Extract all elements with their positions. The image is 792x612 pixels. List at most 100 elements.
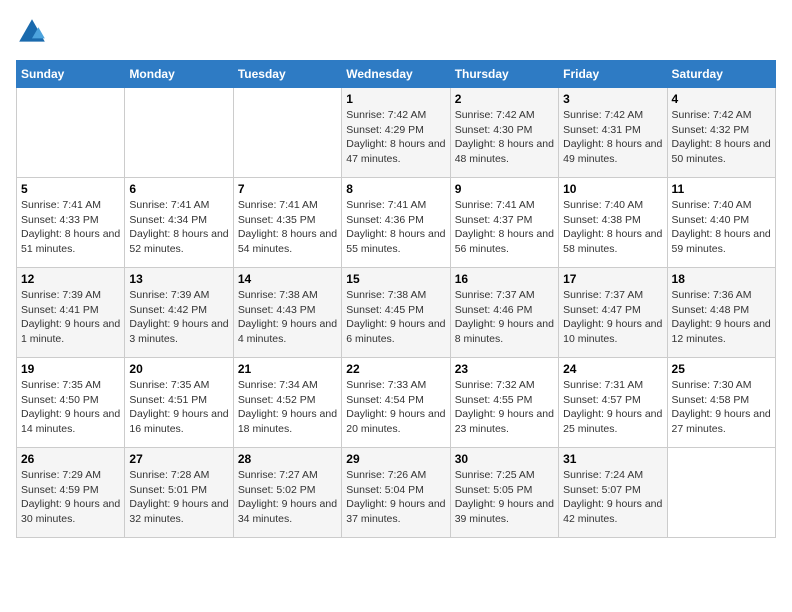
calendar-week-row: 12 Sunrise: 7:39 AM Sunset: 4:41 PM Dayli… bbox=[17, 268, 776, 358]
day-content: Sunrise: 7:40 AM Sunset: 4:40 PM Dayligh… bbox=[672, 198, 771, 257]
day-content: Sunrise: 7:41 AM Sunset: 4:34 PM Dayligh… bbox=[129, 198, 228, 257]
calendar-cell: 3 Sunrise: 7:42 AM Sunset: 4:31 PM Daylig… bbox=[559, 88, 667, 178]
day-content: Sunrise: 7:25 AM Sunset: 5:05 PM Dayligh… bbox=[455, 468, 554, 527]
calendar-week-row: 5 Sunrise: 7:41 AM Sunset: 4:33 PM Daylig… bbox=[17, 178, 776, 268]
calendar-week-row: 26 Sunrise: 7:29 AM Sunset: 4:59 PM Dayli… bbox=[17, 448, 776, 538]
day-number: 26 bbox=[21, 452, 120, 466]
day-number: 14 bbox=[238, 272, 337, 286]
calendar-cell: 28 Sunrise: 7:27 AM Sunset: 5:02 PM Dayli… bbox=[233, 448, 341, 538]
logo-icon bbox=[16, 16, 48, 48]
day-number: 4 bbox=[672, 92, 771, 106]
day-content: Sunrise: 7:32 AM Sunset: 4:55 PM Dayligh… bbox=[455, 378, 554, 437]
day-content: Sunrise: 7:42 AM Sunset: 4:29 PM Dayligh… bbox=[346, 108, 445, 167]
day-content: Sunrise: 7:30 AM Sunset: 4:58 PM Dayligh… bbox=[672, 378, 771, 437]
calendar-cell: 2 Sunrise: 7:42 AM Sunset: 4:30 PM Daylig… bbox=[450, 88, 558, 178]
calendar-cell: 29 Sunrise: 7:26 AM Sunset: 5:04 PM Dayli… bbox=[342, 448, 450, 538]
weekday-header-cell: Tuesday bbox=[233, 61, 341, 88]
calendar-body: 1 Sunrise: 7:42 AM Sunset: 4:29 PM Daylig… bbox=[17, 88, 776, 538]
calendar-cell: 25 Sunrise: 7:30 AM Sunset: 4:58 PM Dayli… bbox=[667, 358, 775, 448]
weekday-header-cell: Thursday bbox=[450, 61, 558, 88]
day-number: 6 bbox=[129, 182, 228, 196]
calendar-cell: 18 Sunrise: 7:36 AM Sunset: 4:48 PM Dayli… bbox=[667, 268, 775, 358]
calendar-cell: 11 Sunrise: 7:40 AM Sunset: 4:40 PM Dayli… bbox=[667, 178, 775, 268]
calendar-cell: 12 Sunrise: 7:39 AM Sunset: 4:41 PM Dayli… bbox=[17, 268, 125, 358]
calendar-cell: 8Sunrise: 7:41 AM Sunset: 4:36 PM Daylig… bbox=[342, 178, 450, 268]
day-number: 19 bbox=[21, 362, 120, 376]
day-content: Sunrise: 7:40 AM Sunset: 4:38 PM Dayligh… bbox=[563, 198, 662, 257]
day-number: 18 bbox=[672, 272, 771, 286]
day-content: Sunrise: 7:42 AM Sunset: 4:31 PM Dayligh… bbox=[563, 108, 662, 167]
calendar-cell bbox=[17, 88, 125, 178]
calendar-cell bbox=[125, 88, 233, 178]
day-content: Sunrise: 7:36 AM Sunset: 4:48 PM Dayligh… bbox=[672, 288, 771, 347]
calendar-cell: 14 Sunrise: 7:38 AM Sunset: 4:43 PM Dayli… bbox=[233, 268, 341, 358]
calendar-cell: 1 Sunrise: 7:42 AM Sunset: 4:29 PM Daylig… bbox=[342, 88, 450, 178]
day-content: Sunrise: 7:41 AM Sunset: 4:35 PM Dayligh… bbox=[238, 198, 337, 257]
day-content: Sunrise: 7:35 AM Sunset: 4:50 PM Dayligh… bbox=[21, 378, 120, 437]
logo bbox=[16, 16, 52, 48]
day-number: 11 bbox=[672, 182, 771, 196]
day-number: 28 bbox=[238, 452, 337, 466]
day-number: 7 bbox=[238, 182, 337, 196]
day-content: Sunrise: 7:42 AM Sunset: 4:30 PM Dayligh… bbox=[455, 108, 554, 167]
calendar-cell: 24 Sunrise: 7:31 AM Sunset: 4:57 PM Dayli… bbox=[559, 358, 667, 448]
day-number: 9 bbox=[455, 182, 554, 196]
calendar-cell: 26 Sunrise: 7:29 AM Sunset: 4:59 PM Dayli… bbox=[17, 448, 125, 538]
day-content: Sunrise: 7:26 AM Sunset: 5:04 PM Dayligh… bbox=[346, 468, 445, 527]
day-content: Sunrise: 7:24 AM Sunset: 5:07 PM Dayligh… bbox=[563, 468, 662, 527]
day-number: 2 bbox=[455, 92, 554, 106]
calendar-cell: 22Sunrise: 7:33 AM Sunset: 4:54 PM Dayli… bbox=[342, 358, 450, 448]
calendar-cell: 9 Sunrise: 7:41 AM Sunset: 4:37 PM Daylig… bbox=[450, 178, 558, 268]
calendar-cell: 27Sunrise: 7:28 AM Sunset: 5:01 PM Dayli… bbox=[125, 448, 233, 538]
day-number: 21 bbox=[238, 362, 337, 376]
calendar-table: SundayMondayTuesdayWednesdayThursdayFrid… bbox=[16, 60, 776, 538]
day-number: 30 bbox=[455, 452, 554, 466]
day-content: Sunrise: 7:37 AM Sunset: 4:47 PM Dayligh… bbox=[563, 288, 662, 347]
weekday-header-cell: Friday bbox=[559, 61, 667, 88]
calendar-cell: 19 Sunrise: 7:35 AM Sunset: 4:50 PM Dayli… bbox=[17, 358, 125, 448]
calendar-cell: 5 Sunrise: 7:41 AM Sunset: 4:33 PM Daylig… bbox=[17, 178, 125, 268]
calendar-cell: 16Sunrise: 7:37 AM Sunset: 4:46 PM Dayli… bbox=[450, 268, 558, 358]
day-content: Sunrise: 7:34 AM Sunset: 4:52 PM Dayligh… bbox=[238, 378, 337, 437]
day-content: Sunrise: 7:38 AM Sunset: 4:43 PM Dayligh… bbox=[238, 288, 337, 347]
day-number: 3 bbox=[563, 92, 662, 106]
day-number: 29 bbox=[346, 452, 445, 466]
day-content: Sunrise: 7:27 AM Sunset: 5:02 PM Dayligh… bbox=[238, 468, 337, 527]
calendar-cell: 17Sunrise: 7:37 AM Sunset: 4:47 PM Dayli… bbox=[559, 268, 667, 358]
calendar-cell: 7 Sunrise: 7:41 AM Sunset: 4:35 PM Daylig… bbox=[233, 178, 341, 268]
calendar-cell: 13Sunrise: 7:39 AM Sunset: 4:42 PM Dayli… bbox=[125, 268, 233, 358]
day-content: Sunrise: 7:35 AM Sunset: 4:51 PM Dayligh… bbox=[129, 378, 228, 437]
calendar-cell: 21 Sunrise: 7:34 AM Sunset: 4:52 PM Dayli… bbox=[233, 358, 341, 448]
day-content: Sunrise: 7:42 AM Sunset: 4:32 PM Dayligh… bbox=[672, 108, 771, 167]
calendar-cell: 20 Sunrise: 7:35 AM Sunset: 4:51 PM Dayli… bbox=[125, 358, 233, 448]
day-content: Sunrise: 7:41 AM Sunset: 4:37 PM Dayligh… bbox=[455, 198, 554, 257]
day-content: Sunrise: 7:39 AM Sunset: 4:42 PM Dayligh… bbox=[129, 288, 228, 347]
day-number: 23 bbox=[455, 362, 554, 376]
calendar-week-row: 19 Sunrise: 7:35 AM Sunset: 4:50 PM Dayli… bbox=[17, 358, 776, 448]
day-content: Sunrise: 7:29 AM Sunset: 4:59 PM Dayligh… bbox=[21, 468, 120, 527]
day-number: 24 bbox=[563, 362, 662, 376]
day-content: Sunrise: 7:31 AM Sunset: 4:57 PM Dayligh… bbox=[563, 378, 662, 437]
day-content: Sunrise: 7:38 AM Sunset: 4:45 PM Dayligh… bbox=[346, 288, 445, 347]
day-number: 20 bbox=[129, 362, 228, 376]
day-number: 25 bbox=[672, 362, 771, 376]
calendar-cell bbox=[233, 88, 341, 178]
day-content: Sunrise: 7:37 AM Sunset: 4:46 PM Dayligh… bbox=[455, 288, 554, 347]
weekday-header-cell: Wednesday bbox=[342, 61, 450, 88]
weekday-header-row: SundayMondayTuesdayWednesdayThursdayFrid… bbox=[17, 61, 776, 88]
day-content: Sunrise: 7:41 AM Sunset: 4:33 PM Dayligh… bbox=[21, 198, 120, 257]
day-content: Sunrise: 7:39 AM Sunset: 4:41 PM Dayligh… bbox=[21, 288, 120, 347]
weekday-header-cell: Monday bbox=[125, 61, 233, 88]
day-number: 27 bbox=[129, 452, 228, 466]
calendar-cell: 15 Sunrise: 7:38 AM Sunset: 4:45 PM Dayli… bbox=[342, 268, 450, 358]
calendar-week-row: 1 Sunrise: 7:42 AM Sunset: 4:29 PM Daylig… bbox=[17, 88, 776, 178]
day-number: 1 bbox=[346, 92, 445, 106]
day-number: 5 bbox=[21, 182, 120, 196]
day-number: 12 bbox=[21, 272, 120, 286]
day-number: 31 bbox=[563, 452, 662, 466]
calendar-cell: 4 Sunrise: 7:42 AM Sunset: 4:32 PM Daylig… bbox=[667, 88, 775, 178]
calendar-cell: 23 Sunrise: 7:32 AM Sunset: 4:55 PM Dayli… bbox=[450, 358, 558, 448]
day-number: 15 bbox=[346, 272, 445, 286]
calendar-cell bbox=[667, 448, 775, 538]
day-number: 10 bbox=[563, 182, 662, 196]
